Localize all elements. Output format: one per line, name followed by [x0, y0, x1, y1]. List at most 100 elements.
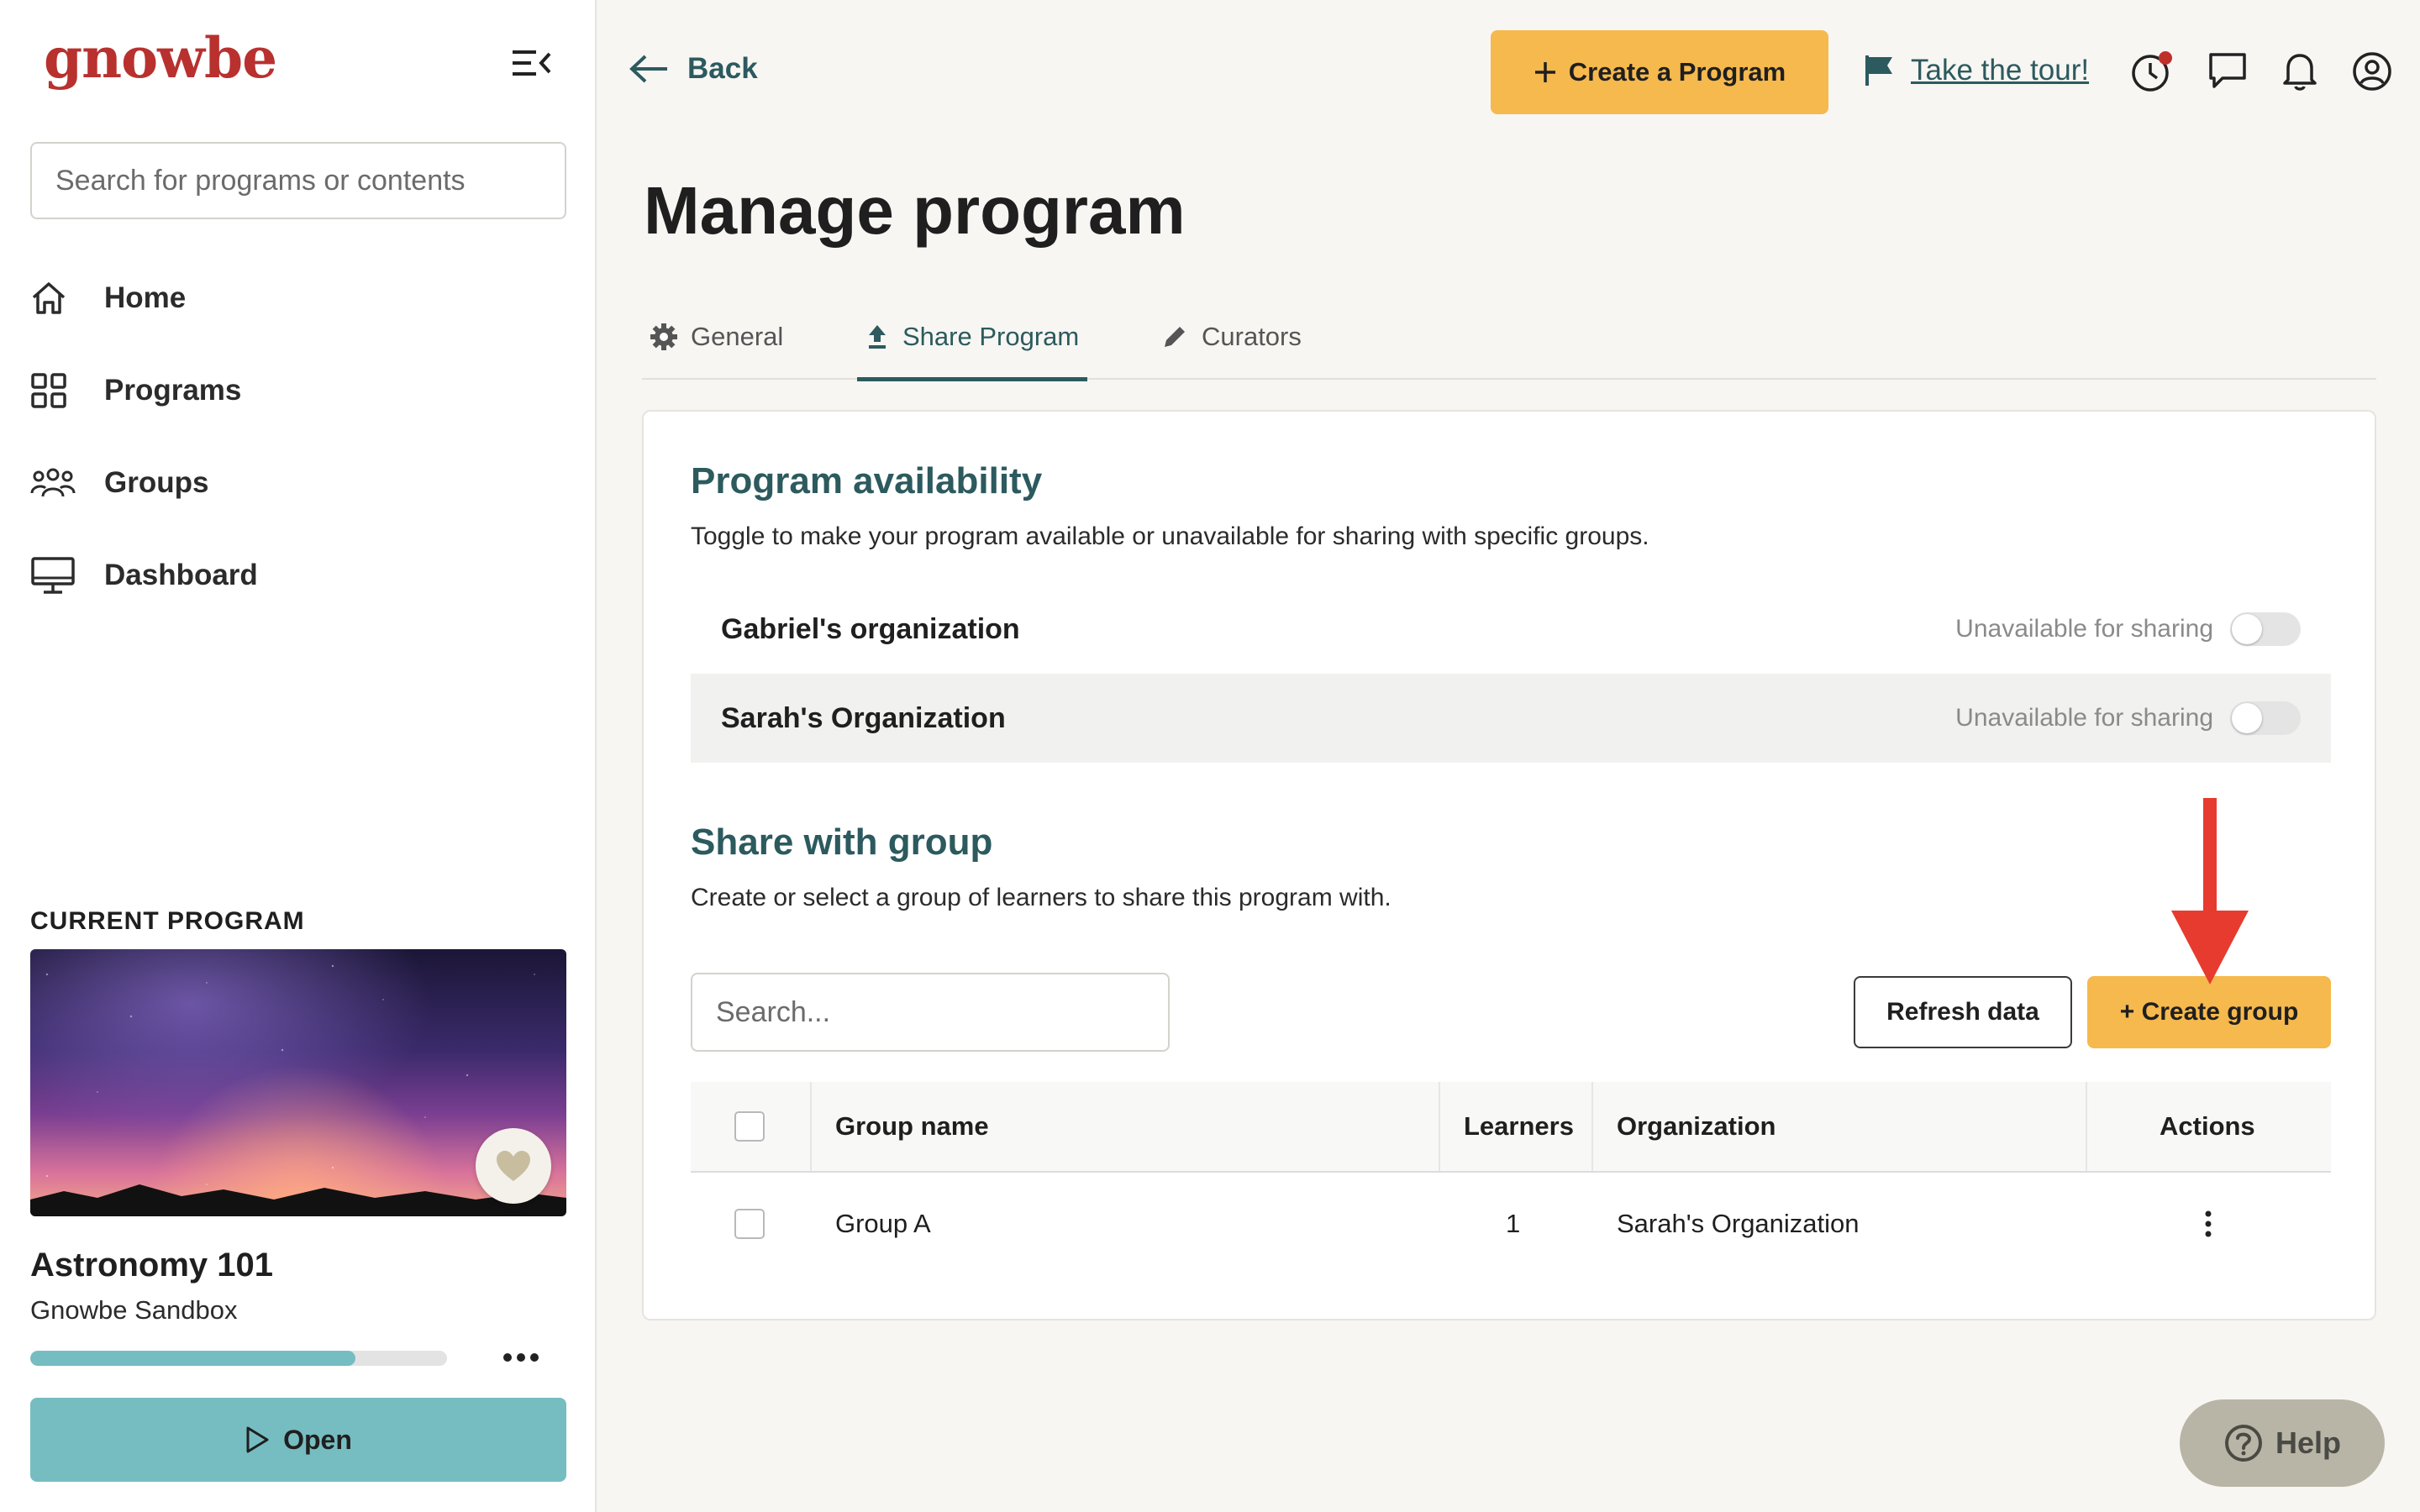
row-checkbox[interactable]	[734, 1209, 765, 1239]
tab-share-program[interactable]: Share Program	[857, 294, 1088, 381]
people-icon	[30, 462, 86, 504]
toggle-knob	[2232, 614, 2262, 644]
sidebar-nav: Home Programs Groups Dashboard	[30, 252, 568, 622]
row-checkbox-cell	[734, 1173, 765, 1275]
messages-button[interactable]	[2205, 49, 2250, 94]
column-group-name[interactable]: Group name	[835, 1082, 989, 1171]
tab-label: Curators	[1202, 322, 1302, 351]
arrow-left-icon	[629, 55, 667, 83]
nav-item-home[interactable]: Home	[30, 252, 568, 344]
collapse-menu-icon	[513, 50, 551, 76]
grid-icon	[30, 370, 86, 412]
heart-icon	[497, 1151, 530, 1181]
more-vertical-icon	[2205, 1210, 2212, 1237]
row-actions-cell	[2191, 1173, 2225, 1275]
home-icon	[30, 277, 86, 319]
take-tour-link[interactable]: Take the tour!	[1864, 54, 2089, 87]
sidebar: gnowbe Home	[0, 0, 597, 1512]
tab-label: General	[691, 322, 784, 351]
open-label: Open	[283, 1424, 352, 1455]
column-divider	[1591, 1082, 1593, 1171]
sharing-status: Unavailable for sharing	[1955, 615, 2213, 643]
pencil-icon	[1165, 327, 1185, 347]
column-learners[interactable]: Learners	[1464, 1082, 1574, 1171]
share-with-group-title: Share with group	[691, 822, 993, 863]
open-program-button[interactable]: Open	[30, 1398, 566, 1482]
org-name: Gabriel's organization	[721, 612, 1020, 645]
table-row[interactable]: Group A 1 Sarah's Organization	[691, 1173, 2331, 1275]
help-button[interactable]: Help	[2180, 1399, 2385, 1487]
annotation-arrow-icon	[2171, 798, 2249, 984]
program-progress-bar	[30, 1351, 447, 1366]
more-horizontal-icon	[503, 1353, 539, 1362]
progress-fill	[30, 1351, 355, 1366]
monitor-icon	[30, 554, 86, 596]
program-availability-title: Program availability	[691, 460, 1043, 501]
org-row: Sarah's Organization Unavailable for sha…	[691, 674, 2331, 763]
clock-icon	[2132, 51, 2172, 92]
upload-icon	[869, 325, 886, 349]
program-availability-description: Toggle to make your program available or…	[691, 522, 1649, 550]
current-program-heading: CURRENT PROGRAM	[30, 907, 305, 935]
table-header: Group name Learners Organization Actions	[691, 1082, 2331, 1173]
sharing-status: Unavailable for sharing	[1955, 704, 2213, 732]
app-root: gnowbe Home	[0, 0, 2420, 1512]
learners-count: 1	[1506, 1209, 1521, 1238]
logo[interactable]: gnowbe	[44, 25, 277, 91]
back-label: Back	[687, 52, 758, 85]
share-program-card: Program availability Toggle to make your…	[642, 410, 2376, 1320]
user-avatar-icon	[2353, 52, 2391, 91]
toggle-knob	[2232, 703, 2262, 733]
groups-table: Group name Learners Organization Actions…	[691, 1082, 2331, 1275]
sharing-toggle[interactable]	[2230, 612, 2301, 646]
sharing-toggle[interactable]	[2230, 701, 2301, 735]
refresh-data-button[interactable]: Refresh data	[1854, 976, 2072, 1048]
create-program-label: Create a Program	[1568, 57, 1786, 87]
flag-icon	[1865, 55, 1892, 86]
column-divider	[810, 1082, 812, 1171]
nav-label: Dashboard	[104, 559, 258, 591]
bell-icon	[2283, 54, 2317, 91]
tab-bar: General Share Program Curators	[642, 294, 2376, 381]
nav-item-programs[interactable]: Programs	[30, 344, 568, 437]
column-organization[interactable]: Organization	[1617, 1082, 1776, 1171]
create-program-button[interactable]: Create a Program	[1491, 30, 1828, 114]
select-all-checkbox[interactable]	[734, 1111, 765, 1142]
help-label: Help	[2275, 1425, 2341, 1460]
profile-button[interactable]	[2349, 49, 2395, 94]
plus-icon	[1534, 62, 1555, 82]
current-program-company: Gnowbe Sandbox	[30, 1295, 238, 1325]
group-organization: Sarah's Organization	[1617, 1209, 1860, 1238]
column-actions: Actions	[2160, 1111, 2255, 1141]
chat-icon	[2209, 53, 2246, 88]
tab-label: Share Program	[902, 322, 1080, 351]
row-actions-button[interactable]	[2191, 1203, 2225, 1245]
create-group-button[interactable]: + Create group	[2087, 976, 2331, 1048]
notifications-button[interactable]	[2277, 49, 2323, 94]
sidebar-search-input[interactable]	[30, 142, 566, 219]
program-more-button[interactable]	[497, 1341, 544, 1374]
collapse-sidebar-button[interactable]	[509, 44, 555, 82]
nav-label: Programs	[104, 374, 242, 407]
group-search-input[interactable]	[691, 973, 1170, 1052]
column-divider	[1439, 1082, 1440, 1171]
nav-item-groups[interactable]: Groups	[30, 437, 568, 529]
tab-general[interactable]: General	[650, 294, 783, 380]
nav-label: Groups	[104, 466, 209, 499]
column-divider	[2086, 1082, 2087, 1171]
org-name: Sarah's Organization	[721, 701, 1006, 734]
org-row: Gabriel's organization Unavailable for s…	[691, 585, 2331, 674]
history-button[interactable]	[2129, 49, 2175, 94]
play-icon	[246, 1426, 269, 1453]
gear-icon	[650, 323, 677, 350]
nav-item-dashboard[interactable]: Dashboard	[30, 529, 568, 622]
question-circle-icon	[2224, 1425, 2262, 1462]
select-all-checkbox-cell	[734, 1082, 765, 1171]
tab-curators[interactable]: Curators	[1161, 294, 1302, 380]
share-with-group-description: Create or select a group of learners to …	[691, 884, 1392, 911]
favorite-button[interactable]	[476, 1128, 551, 1204]
nav-label: Home	[104, 281, 187, 314]
current-program-title: Astronomy 101	[30, 1247, 273, 1284]
group-name: Group A	[835, 1209, 931, 1238]
back-link[interactable]: Back	[629, 52, 758, 86]
